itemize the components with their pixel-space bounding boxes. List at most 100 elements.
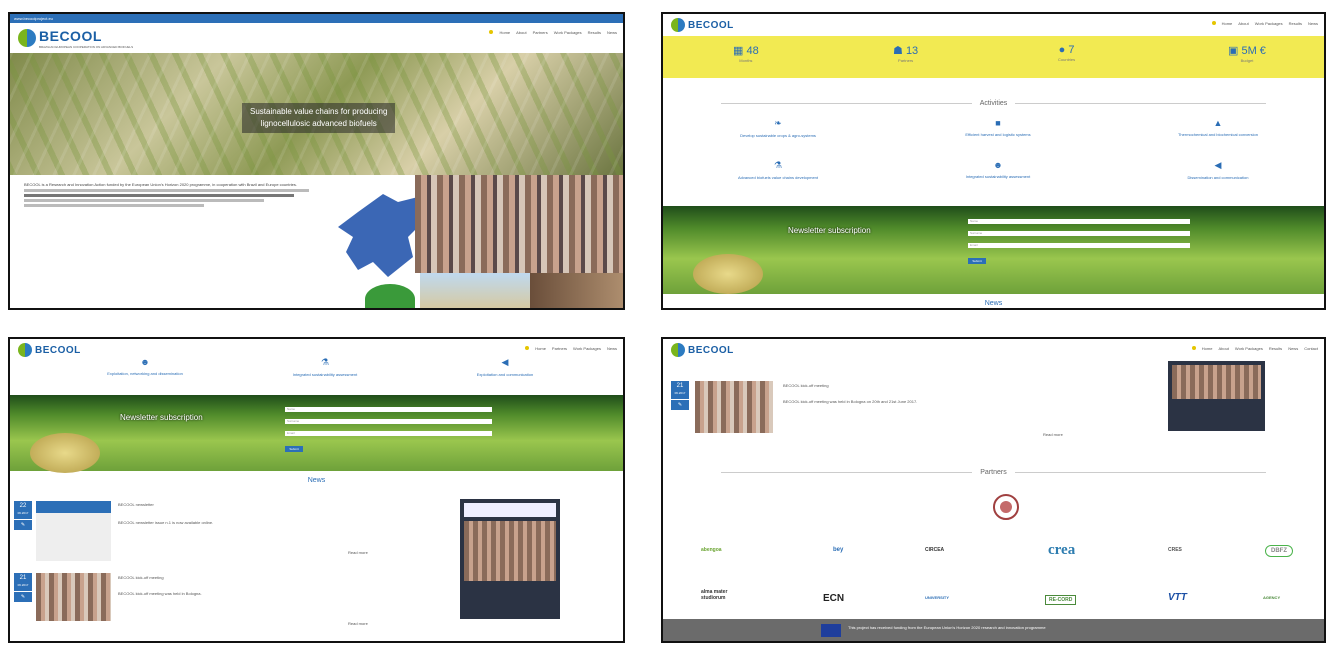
- partner-logo[interactable]: DBFZ: [1265, 545, 1293, 557]
- activity-item[interactable]: ◀ Exploitation and communication: [410, 357, 600, 377]
- brand-name: BECOOL: [39, 27, 102, 44]
- nav-item[interactable]: Results: [588, 30, 601, 35]
- stat-value: 7: [1068, 44, 1075, 56]
- nav-item[interactable]: Results: [1289, 21, 1302, 26]
- edit-icon[interactable]: ✎: [14, 592, 32, 602]
- news-body: BECOOL kick-off meeting was held in Bolo…: [783, 399, 918, 404]
- surname-field[interactable]: Surname: [968, 231, 1190, 236]
- nav-item[interactable]: About: [1238, 21, 1248, 26]
- brand-logo[interactable]: BECOOL: [671, 18, 734, 32]
- nav-item[interactable]: Home: [499, 30, 510, 35]
- news-title[interactable]: BECOOL kick-off meeting: [118, 575, 164, 580]
- activity-item[interactable]: ⚗ Advanced biofuels value chains developm…: [683, 160, 873, 180]
- edit-icon[interactable]: ✎: [14, 520, 32, 530]
- partner-logo[interactable]: ECN: [823, 593, 844, 604]
- activity-item[interactable]: ⚗ Integrated sustainability assessment: [230, 357, 420, 377]
- nav-item[interactable]: News: [1288, 346, 1298, 351]
- activity-item[interactable]: ■ Efficient harvest and logistic systems: [903, 118, 1093, 137]
- news-date-badge: 21 06.2017: [671, 381, 689, 399]
- nav-item[interactable]: Contact: [1304, 346, 1318, 351]
- nav-item[interactable]: Work Packages: [1235, 346, 1263, 351]
- brand-logo[interactable]: BECOOL BRAZILIAN EUROPEAN COOPERATION ON…: [18, 28, 133, 49]
- activity-label: Thermochemical and biochemical conversio…: [1177, 132, 1259, 137]
- widget-header: [464, 503, 556, 517]
- news-thumbnail[interactable]: [695, 381, 773, 433]
- partner-logo[interactable]: CIRCEA: [925, 547, 944, 553]
- partner-logo[interactable]: abengoa: [701, 547, 722, 553]
- read-more-link[interactable]: Read more: [348, 621, 368, 626]
- hay-bale-image: [30, 433, 100, 473]
- news-month: 06.2017: [674, 391, 686, 395]
- nav-item[interactable]: Home: [535, 346, 546, 351]
- edit-icon[interactable]: ✎: [671, 400, 689, 410]
- news-title[interactable]: BECOOL newsletter: [118, 502, 154, 507]
- partner-logo[interactable]: bey: [833, 547, 843, 553]
- people-icon: ☻: [140, 357, 150, 367]
- submit-button[interactable]: Submit: [968, 258, 986, 264]
- news-month: 06.2017: [17, 583, 29, 587]
- drop-icon: ▲: [1213, 118, 1223, 128]
- news-thumbnail[interactable]: [36, 501, 111, 561]
- nav-item[interactable]: About: [516, 30, 526, 35]
- name-field[interactable]: Name: [285, 407, 492, 412]
- email-field[interactable]: Email: [968, 243, 1190, 248]
- stat-label: Budget: [1240, 58, 1254, 63]
- screenshot-home-hero: www.becoolproject.eu BECOOL BRAZILIAN EU…: [8, 12, 625, 310]
- nav-item[interactable]: News: [607, 30, 617, 35]
- surname-field[interactable]: Surname: [285, 419, 492, 424]
- megaphone-icon: ◀: [501, 357, 509, 367]
- name-field[interactable]: Name: [968, 219, 1190, 224]
- brand-logo[interactable]: BECOOL: [18, 343, 81, 357]
- activity-item[interactable]: ❧ Develop sustainable crops & agro-system…: [683, 118, 873, 138]
- nav-item[interactable]: About: [1218, 346, 1228, 351]
- partner-logo[interactable]: UNIVERSITY: [925, 595, 949, 600]
- language-flag-icon[interactable]: [489, 30, 494, 34]
- language-flag-icon[interactable]: [1211, 21, 1216, 25]
- text-line: [24, 194, 294, 197]
- submit-button[interactable]: Submit: [285, 446, 303, 452]
- nav-item[interactable]: Work Packages: [554, 30, 582, 35]
- nav-item[interactable]: Partners: [533, 30, 548, 35]
- nav-item[interactable]: Work Packages: [1255, 21, 1283, 26]
- social-feed-widget[interactable]: [460, 499, 560, 619]
- stat-months: ▦ 48 Months: [733, 44, 759, 63]
- news-month: 06.2017: [17, 511, 29, 515]
- intro-lead: BECOOL is a Research and Innovation Acti…: [24, 182, 297, 187]
- news-thumbnail[interactable]: [36, 573, 111, 621]
- partner-logo[interactable]: crea: [1048, 542, 1075, 559]
- activity-item[interactable]: ▲ Thermochemical and biochemical conversi…: [1123, 118, 1313, 137]
- brand-logo[interactable]: BECOOL: [671, 343, 734, 357]
- nav-item[interactable]: Partners: [552, 346, 567, 351]
- newsletter-band: Newsletter subscription Name Surname Ema…: [663, 206, 1324, 294]
- nav-item[interactable]: Home: [1222, 21, 1233, 26]
- news-title[interactable]: BECOOL kick-off meeting: [783, 383, 829, 388]
- language-flag-icon[interactable]: [1191, 346, 1196, 350]
- partner-logo[interactable]: AGENCY: [1263, 595, 1280, 600]
- intro-text: BECOOL is a Research and Innovation Acti…: [24, 182, 324, 209]
- stat-partners: ☗ 13 Partners: [893, 44, 918, 63]
- partner-logo[interactable]: RE-CORD: [1045, 595, 1077, 605]
- language-flag-icon[interactable]: [525, 346, 530, 350]
- truck-icon: ■: [995, 118, 1001, 128]
- widget-photo: [1172, 365, 1261, 399]
- email-field[interactable]: Email: [285, 431, 492, 436]
- becool-logo-icon: [18, 29, 36, 47]
- activity-item[interactable]: ☻ Exploitation, networking and disseminat…: [50, 357, 240, 376]
- footer: This project has received funding from t…: [663, 619, 1324, 641]
- read-more-link[interactable]: Read more: [348, 550, 368, 555]
- nav-item[interactable]: Results: [1269, 346, 1282, 351]
- social-feed-widget[interactable]: [1168, 361, 1265, 431]
- partner-logo[interactable]: CRES: [1168, 547, 1182, 553]
- read-more-link[interactable]: Read more: [1043, 432, 1063, 437]
- partner-logo[interactable]: alma mater studiorum: [701, 589, 741, 601]
- brand-name: BECOOL: [35, 344, 81, 356]
- nav-item[interactable]: Home: [1202, 346, 1213, 351]
- nav-item[interactable]: News: [1308, 21, 1318, 26]
- activity-item[interactable]: ◀ Dissemination and communication: [1123, 160, 1313, 180]
- activity-item[interactable]: ☻ Integrated sustainability assessment: [903, 160, 1093, 179]
- stat-label: Partners: [898, 58, 914, 63]
- nav-item[interactable]: Work Packages: [573, 346, 601, 351]
- nav-item[interactable]: News: [607, 346, 617, 351]
- stat-value: 48: [746, 45, 759, 57]
- partner-logo[interactable]: VTT: [1168, 592, 1187, 603]
